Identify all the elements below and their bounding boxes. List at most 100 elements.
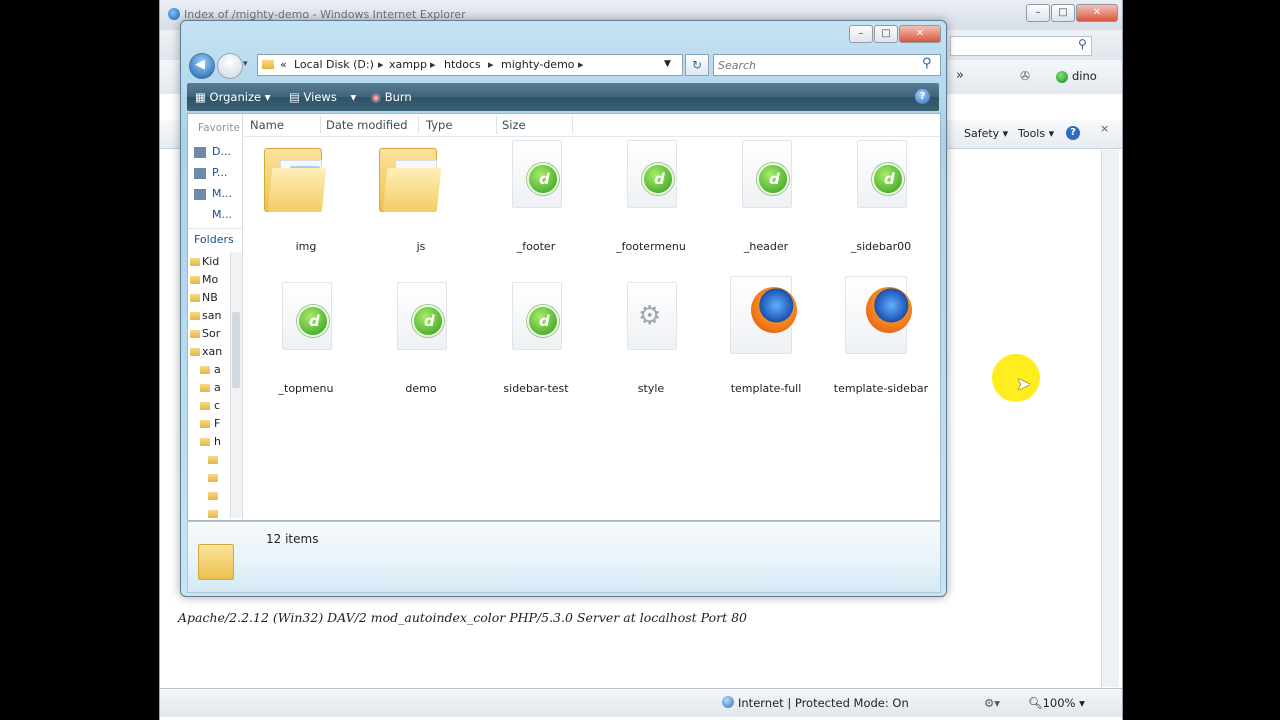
breadcrumb-mighty-demo[interactable]: mighty-demo — [501, 58, 575, 71]
help-icon[interactable]: ? — [1066, 126, 1080, 140]
file-item-template-full[interactable]: template-full — [716, 276, 816, 402]
zoom-level[interactable]: 🔍︎100% ▾ — [1028, 696, 1085, 710]
folder-tree: Kid Mo NB san Sor xan a a c F h — [188, 252, 230, 520]
close-tab-icon[interactable]: × — [1100, 122, 1109, 135]
tree-item[interactable]: F — [214, 417, 220, 430]
search-box[interactable]: ⚲ — [713, 54, 941, 76]
file-item-demo[interactable]: d demo — [371, 282, 471, 402]
breadcrumb-overflow[interactable]: « — [280, 58, 287, 71]
chevron-right-icon[interactable]: ▸ — [578, 58, 584, 71]
column-divider[interactable] — [496, 116, 497, 134]
folder-front — [267, 168, 327, 212]
tree-item[interactable]: san — [202, 309, 221, 322]
dreamweaver-icon: d — [297, 305, 329, 337]
column-date-modified[interactable]: Date modified — [326, 118, 408, 132]
tree-item[interactable]: NB — [202, 291, 218, 304]
explorer-maximize-button[interactable]: □ — [874, 25, 898, 43]
wrench-icon[interactable]: ✇ — [1020, 69, 1030, 83]
item-label: js — [416, 240, 426, 253]
chevron-right-icon[interactable]: ▸ — [378, 58, 384, 71]
help-icon[interactable]: ? — [915, 89, 930, 104]
folder-item-js[interactable]: js — [371, 140, 471, 260]
burn-button[interactable]: ◉ Burn — [371, 90, 412, 104]
server-signature: Apache/2.2.12 (Win32) DAV/2 mod_autoinde… — [178, 610, 747, 625]
explorer-close-button[interactable]: ✕ — [899, 25, 941, 43]
column-divider[interactable] — [418, 116, 419, 134]
address-bar[interactable]: « Local Disk (D:) ▸ xampp ▸ htdocs ▸ mig… — [257, 54, 683, 76]
folder-icon — [208, 492, 218, 500]
tree-scroll-thumb[interactable] — [232, 312, 240, 388]
favorite-link-1[interactable]: D... — [212, 145, 231, 158]
folder-item-img[interactable]: img — [256, 140, 356, 260]
favorite-link-2[interactable]: P... — [212, 166, 227, 179]
safety-menu[interactable]: Safety ▾ — [964, 127, 1008, 140]
views-button[interactable]: ▤ Views ▾ — [289, 90, 356, 104]
search-icon[interactable]: ⚲ — [922, 56, 932, 71]
column-name[interactable]: Name — [250, 118, 284, 132]
firefox-icon — [751, 287, 797, 333]
organize-icon: ▦ — [195, 90, 206, 104]
organize-button[interactable]: ▦ Organize ▾ — [195, 90, 271, 104]
tree-item[interactable]: a — [214, 363, 221, 376]
pictures-icon — [194, 168, 206, 179]
ie-search-field[interactable] — [950, 36, 1092, 56]
dreamweaver-icon: d — [412, 305, 444, 337]
favorite-link-3[interactable]: M... — [212, 187, 232, 200]
protected-mode-icon[interactable]: ⚙▾ — [984, 696, 1000, 710]
document-icon: d — [512, 140, 562, 208]
explorer-minimize-button[interactable]: – — [849, 25, 873, 43]
security-zone[interactable]: Internet | Protected Mode: On — [738, 696, 909, 710]
file-item-header[interactable]: d _header — [716, 140, 816, 260]
file-item-topmenu[interactable]: d _topmenu — [256, 282, 356, 402]
search-icon[interactable]: ⚲ — [1078, 37, 1087, 51]
column-size[interactable]: Size — [502, 118, 526, 132]
tree-item[interactable]: Mo — [202, 273, 218, 286]
refresh-icon[interactable]: ↻ — [685, 54, 709, 76]
tree-item[interactable]: Kid — [202, 255, 219, 268]
ie-close-button[interactable]: ✕ — [1076, 4, 1118, 22]
folders-header[interactable]: Folders — [188, 228, 242, 251]
column-divider[interactable] — [320, 116, 321, 134]
tree-item[interactable]: Sor — [202, 327, 220, 340]
breadcrumb-local-disk[interactable]: Local Disk (D:) — [294, 58, 374, 71]
ie-maximize-button[interactable]: □ — [1051, 4, 1075, 22]
document-icon: d — [627, 140, 677, 208]
tree-item[interactable]: h — [214, 435, 221, 448]
tree-item[interactable]: xan — [202, 345, 222, 358]
ie-minimize-button[interactable]: – — [1026, 4, 1050, 22]
music-icon — [194, 189, 206, 200]
column-type[interactable]: Type — [426, 118, 452, 132]
file-item-template-sidebar[interactable]: template-sidebar — [831, 276, 931, 402]
recent-pages-dropdown[interactable]: ▾ — [243, 59, 248, 69]
breadcrumb-htdocs[interactable]: htdocs — [444, 58, 481, 71]
file-item-sidebar-test[interactable]: d sidebar-test — [486, 282, 586, 402]
dreamweaver-icon: d — [527, 163, 559, 195]
tools-menu[interactable]: Tools ▾ — [1018, 127, 1054, 140]
search-input[interactable] — [716, 56, 916, 74]
item-label: _footer — [516, 240, 556, 253]
folder-icon — [190, 312, 200, 320]
tree-item[interactable]: a — [214, 381, 221, 394]
tree-item[interactable]: c — [214, 399, 220, 412]
ie-vertical-scrollbar[interactable] — [1101, 150, 1119, 687]
user-name[interactable]: dino — [1072, 69, 1097, 83]
chevron-down-icon[interactable]: ▼ — [664, 59, 671, 69]
file-item-style[interactable]: ⚙ style — [601, 282, 701, 402]
document-icon: d — [857, 140, 907, 208]
breadcrumb-xampp[interactable]: xampp — [389, 58, 427, 71]
file-item-footer[interactable]: d _footer — [486, 140, 586, 260]
chevron-right-icon[interactable]: ▸ — [488, 58, 494, 71]
file-item-footermenu[interactable]: d _footermenu — [601, 140, 701, 260]
column-divider[interactable] — [572, 116, 573, 134]
chevron-right-icon[interactable]: » — [956, 68, 964, 83]
back-button[interactable]: ◀ — [189, 53, 215, 79]
views-icon: ▤ — [289, 90, 300, 104]
tree-scrollbar[interactable] — [230, 252, 242, 518]
favorite-link-4[interactable]: M... — [212, 208, 232, 221]
tools-label: Tools — [1018, 127, 1046, 140]
dreamweaver-icon: d — [642, 163, 674, 195]
chevron-right-icon[interactable]: ▸ — [430, 58, 436, 71]
forward-button[interactable] — [217, 53, 243, 79]
file-item-sidebar00[interactable]: d _sidebar00 — [831, 140, 931, 260]
globe-icon — [722, 696, 734, 708]
